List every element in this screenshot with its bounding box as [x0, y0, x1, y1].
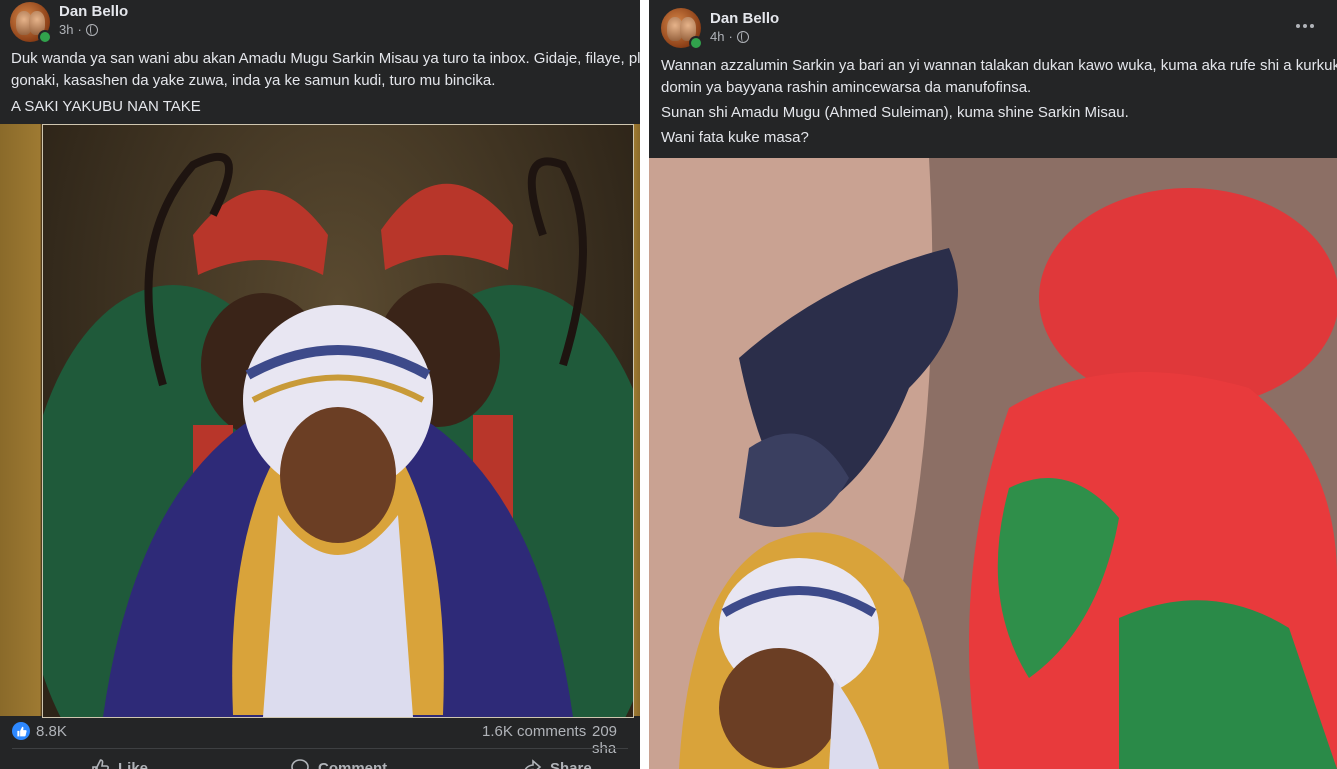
share-label: Share — [550, 759, 592, 769]
comment-label: Comment — [318, 759, 388, 769]
post-card-left: Dan Bello 3h · Duk wanda ya san wani abu… — [0, 0, 640, 769]
post-body: Wannan azzalumin Sarkin ya bari an yi wa… — [661, 55, 1337, 149]
reaction-count[interactable]: 8.8K — [36, 723, 67, 740]
post-meta: 4h · — [710, 29, 749, 44]
portrait-photo — [42, 124, 634, 718]
separator — [640, 0, 649, 769]
online-status-dot — [38, 30, 52, 44]
post-body-line: domin ya bayyana rashin amincewarsa da m… — [661, 79, 1032, 96]
like-button[interactable]: Like — [90, 758, 148, 769]
post-time[interactable]: 4h — [710, 29, 724, 44]
post-image[interactable] — [0, 124, 640, 718]
divider — [12, 748, 628, 749]
post-body-line: Sunan shi Amadu Mugu (Ahmed Suleiman), k… — [661, 104, 1129, 121]
post-actions: Like Comment Share — [0, 752, 640, 769]
share-button[interactable]: Share — [522, 758, 592, 769]
online-status-dot — [689, 36, 703, 50]
post-meta: 3h · — [59, 22, 98, 37]
post-body-line: A SAKI YAKUBU NAN TAKE — [11, 98, 201, 115]
post-card-right: Dan Bello 4h · Wannan azzalumin Sarkin y… — [649, 0, 1337, 769]
more-options-icon[interactable] — [1290, 16, 1320, 36]
post-time[interactable]: 3h — [59, 22, 73, 37]
like-reaction-icon[interactable] — [12, 722, 30, 740]
post-body-line: gonaki, kasashen da yake zuwa, inda ya k… — [11, 72, 496, 89]
post-body-line: Duk wanda ya san wani abu akan Amadu Mug… — [11, 50, 640, 67]
engagement-stats: 8.8K 1.6K comments 209 sha — [0, 716, 640, 757]
post-body: Duk wanda ya san wani abu akan Amadu Mug… — [11, 48, 640, 118]
like-label: Like — [118, 759, 149, 769]
portrait-illustration — [43, 152, 633, 717]
share-icon — [524, 759, 542, 769]
thumbs-up-icon — [92, 759, 109, 769]
comment-count[interactable]: 1.6K comments — [482, 723, 586, 740]
globe-icon — [85, 23, 98, 36]
comment-icon — [291, 759, 309, 769]
post-body-line: Wani fata kuke masa? — [661, 129, 809, 146]
comment-button[interactable]: Comment — [290, 758, 387, 769]
globe-icon — [736, 30, 749, 43]
author-name[interactable]: Dan Bello — [59, 3, 128, 20]
post-body-line: Wannan azzalumin Sarkin ya bari an yi wa… — [661, 57, 1337, 74]
video-still-illustration — [649, 158, 1337, 769]
author-name[interactable]: Dan Bello — [710, 10, 779, 27]
post-image[interactable] — [649, 158, 1337, 769]
